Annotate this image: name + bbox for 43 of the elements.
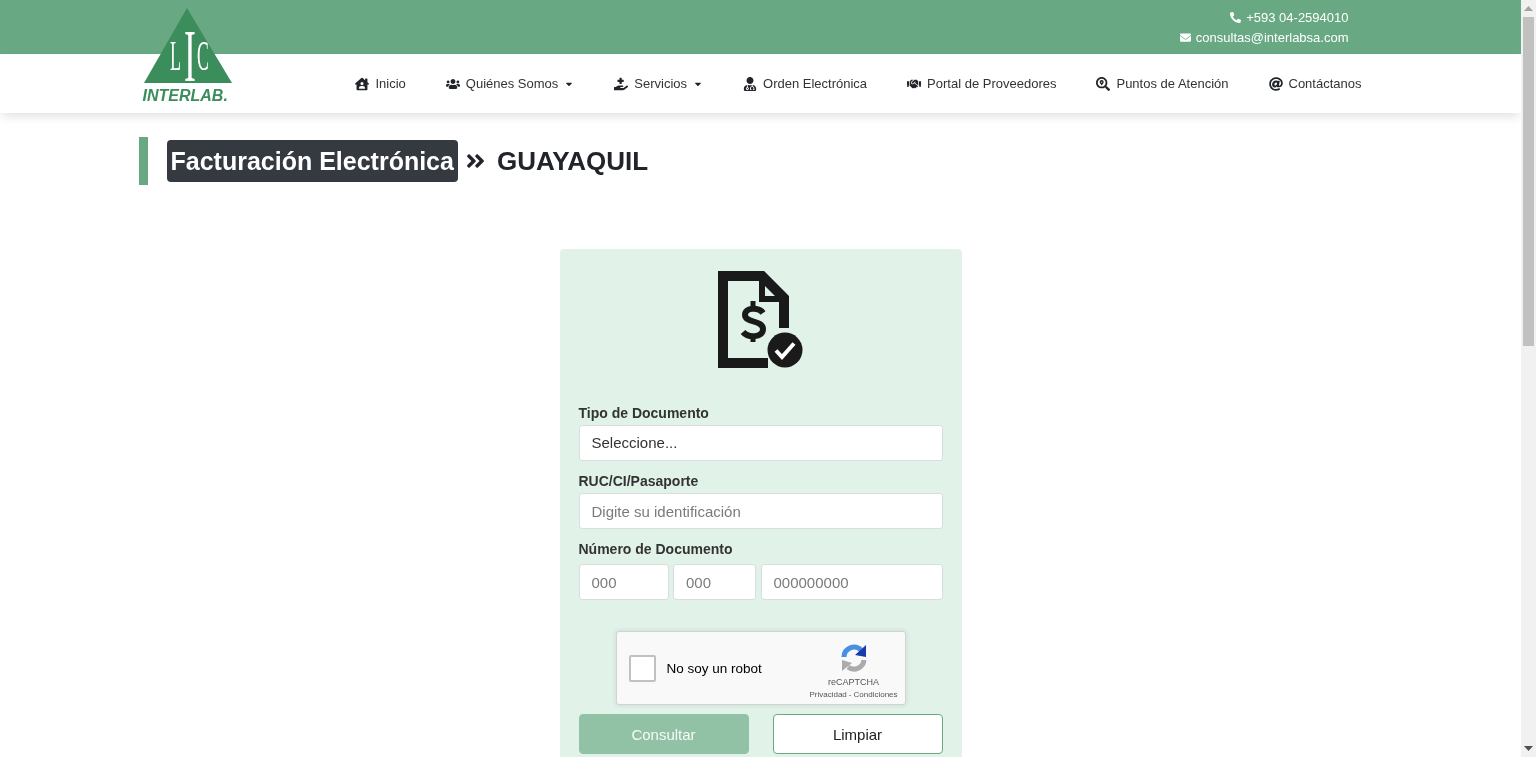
field-label: Número de Documento [578,540,734,558]
nav-link[interactable]: Orden Electrónica [743,76,868,91]
nav-link[interactable]: Portal de Proveedores [907,76,1057,91]
field-label: Tipo de Documento [578,404,710,422]
envelope-icon [1179,31,1191,43]
hand-plus-icon [614,76,629,91]
scrollbar-thumb[interactable] [1523,17,1534,346]
select-field[interactable]: Seleccione... [578,425,943,461]
field-label: RUC/CI/Pasaporte [578,472,700,490]
scroll-up-icon[interactable] [1524,6,1533,11]
logo-letter: C [196,32,209,80]
input-field[interactable]: 000 [578,564,669,600]
nav-link[interactable]: Puntos de Atención [1096,76,1229,91]
doctor-icon [743,76,758,91]
phone-icon [1230,11,1242,23]
nav-link[interactable]: Quiénes Somos [445,76,575,91]
section-badge: Facturación Electrónica [166,140,458,182]
captcha-checkbox[interactable] [628,654,656,682]
logo-wordmark: INTERLAB. [142,88,228,104]
recaptcha-brand: reCAPTCHA [828,676,879,688]
nav-link[interactable]: Inicio [355,76,406,91]
phone-number: +593 04-2594010 [1246,9,1349,25]
logo-letter: L [169,32,181,80]
captcha-label: No soy un robot [666,660,762,676]
users-icon [445,76,460,91]
input-field[interactable]: 000 [673,564,756,600]
accent-bar [138,137,148,185]
link-separator: - [848,690,852,700]
nav-link[interactable]: Servicios [614,76,704,91]
at-sign-icon [1268,76,1283,91]
invoice-check-icon [718,271,803,368]
scrollbar[interactable] [1521,0,1536,757]
search-location-icon [1096,76,1111,91]
clear-button[interactable]: Limpiar [772,714,943,754]
recaptcha-link[interactable]: Condiciones [853,690,898,700]
input-field[interactable]: 000000000 [760,564,943,600]
nav-link[interactable]: Contáctanos [1268,76,1362,91]
city-title: GUAYAQUIL [496,145,649,177]
logo-letter: I [183,14,196,84]
house-icon [355,76,370,91]
input-field[interactable]: Digite su identificación [578,493,943,529]
recaptcha-link[interactable]: Privacidad [809,690,847,700]
scroll-down-icon[interactable] [1524,746,1533,751]
